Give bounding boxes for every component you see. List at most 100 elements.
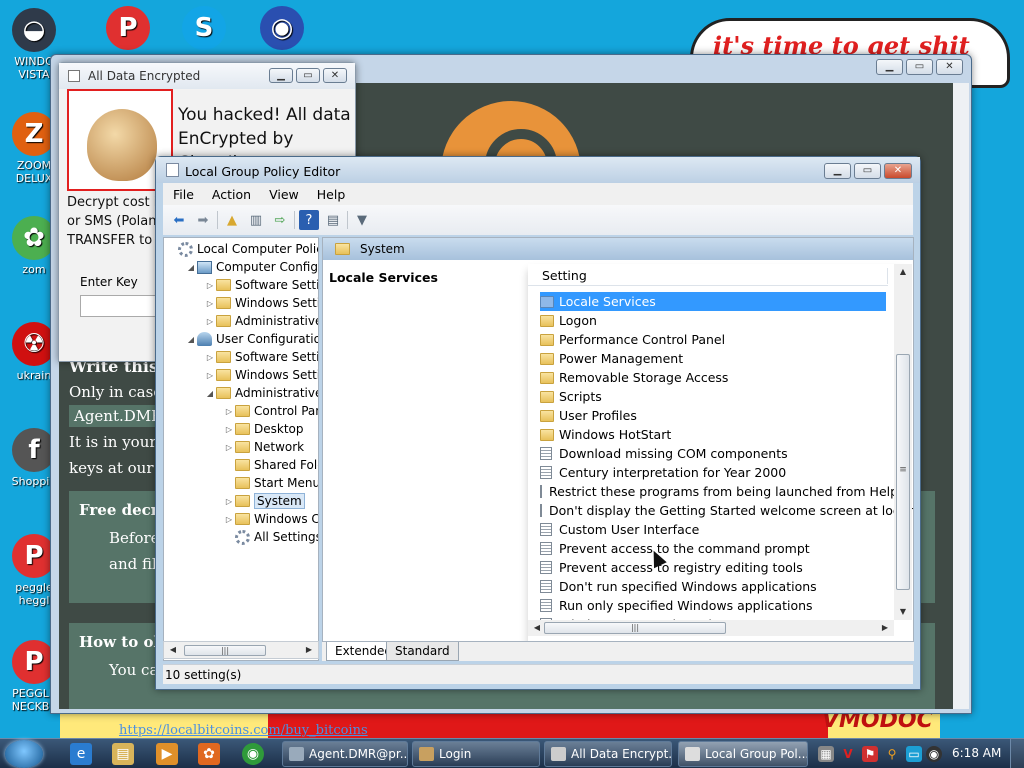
list-horizontal-scrollbar[interactable]: ◀ ||| ▶ <box>528 620 894 636</box>
close-button[interactable]: ✕ <box>323 68 347 83</box>
category-row[interactable]: Windows HotStart <box>540 425 886 444</box>
policy-row[interactable]: Prevent access to registry editing tools <box>540 558 886 577</box>
menu-action[interactable]: Action <box>202 187 259 202</box>
tree-node[interactable]: ▷ Desktop <box>223 420 304 438</box>
app-icon[interactable]: ✿ <box>198 743 220 765</box>
policy-row[interactable]: Prevent access to the command prompt <box>540 539 886 558</box>
page-scrollbar[interactable] <box>953 83 969 709</box>
start-button[interactable] <box>5 740 43 768</box>
policy-row[interactable]: Download missing COM components <box>540 444 886 463</box>
export-list-icon[interactable]: ⇨ <box>270 210 290 230</box>
category-row[interactable]: Logon <box>540 311 886 330</box>
scroll-thumb[interactable]: ≡ <box>896 354 910 590</box>
scroll-right-icon[interactable]: ▶ <box>300 642 318 658</box>
media-player-icon[interactable]: ▶ <box>156 743 178 765</box>
tree-node[interactable]: ▷ Windows Cor <box>223 510 318 528</box>
maximize-button[interactable]: ▭ <box>296 68 320 83</box>
taskbar-button[interactable]: All Data Encrypt... <box>544 741 672 767</box>
category-row[interactable]: User Profiles <box>540 406 886 425</box>
help-icon[interactable]: ? <box>299 210 319 230</box>
group-policy-editor-window[interactable]: Local Group Policy Editor ▁ ▭ ✕ File Action… <box>155 156 921 690</box>
policy-row[interactable]: Don't display the Getting Started welcom… <box>540 501 913 520</box>
peggle-icon[interactable]: P <box>96 6 160 53</box>
tray-network-icon[interactable]: ▭ <box>906 746 922 762</box>
clock[interactable]: 6:18 AM <box>952 746 1001 760</box>
minimize-button[interactable]: ▁ <box>876 59 903 75</box>
properties-icon[interactable]: ▤ <box>323 210 343 230</box>
console-tree[interactable]: Local Computer Policy◢Computer Configura… <box>163 237 319 661</box>
internet-explorer-icon[interactable]: e <box>70 743 92 765</box>
scroll-thumb[interactable]: ||| <box>544 622 726 634</box>
title-bar[interactable]: Local Group Policy Editor ▁ ▭ ✕ <box>156 157 920 183</box>
close-button[interactable]: ✕ <box>884 163 912 179</box>
explorer-icon[interactable]: ▤ <box>112 743 134 765</box>
tree-node[interactable]: ▷ Windows Setting <box>204 366 318 384</box>
tree-horizontal-scrollbar[interactable]: ◀ ||| ▶ <box>163 641 319 659</box>
category-row[interactable]: Performance Control Panel <box>540 330 886 349</box>
tree-node[interactable]: ◢ User Configuration <box>185 330 318 348</box>
expand-arrow-icon[interactable]: ▷ <box>204 317 216 326</box>
taskbar-button[interactable]: Local Group Pol... <box>678 741 808 767</box>
policy-row[interactable]: Restrict these programs from being launc… <box>540 482 898 501</box>
tree-node[interactable]: ▷ Network <box>223 438 304 456</box>
policy-row[interactable]: Custom User Interface <box>540 520 886 539</box>
tree-node[interactable]: ▷ Administrative Te <box>204 312 318 330</box>
maximize-button[interactable]: ▭ <box>906 59 933 75</box>
chrome-icon[interactable]: ◉ <box>242 743 264 765</box>
policy-row[interactable]: Run only specified Windows applications <box>540 596 886 615</box>
category-row[interactable]: Power Management <box>540 349 886 368</box>
category-row[interactable]: Locale Services <box>540 292 886 311</box>
firefox-icon[interactable]: ◉ <box>250 6 314 53</box>
back-icon[interactable]: ⬅ <box>169 210 189 230</box>
tray-v-icon[interactable]: V <box>840 746 856 762</box>
scroll-up-icon[interactable]: ▲ <box>894 264 912 280</box>
forward-icon[interactable]: ➡ <box>193 210 213 230</box>
expand-arrow-icon[interactable]: ◢ <box>185 335 197 344</box>
policy-row[interactable]: Century interpretation for Year 2000 <box>540 463 886 482</box>
tree-node[interactable]: ◢ Computer Configura <box>185 258 318 276</box>
scroll-thumb[interactable]: ||| <box>184 645 266 656</box>
tray-volume-icon[interactable]: ◉ <box>926 746 942 762</box>
tree-node[interactable]: All Settings <box>223 528 318 546</box>
up-folder-icon[interactable]: ▲ <box>222 210 242 230</box>
taskbar-button[interactable]: Login <box>412 741 540 767</box>
show-hide-tree-icon[interactable]: ▥ <box>246 210 266 230</box>
tree-node[interactable]: ▷ Control Panel <box>223 402 318 420</box>
bitcoin-link[interactable]: https://localbitcoins.com/buy_bitcoins <box>119 723 368 738</box>
tree-node[interactable]: Local Computer Policy <box>166 240 318 258</box>
scroll-right-icon[interactable]: ▶ <box>876 620 894 636</box>
tab-standard[interactable]: Standard <box>386 642 459 661</box>
category-row[interactable]: Removable Storage Access <box>540 368 886 387</box>
minimize-button[interactable]: ▁ <box>269 68 293 83</box>
tree-node[interactable]: Shared Folder <box>223 456 318 474</box>
tree-node[interactable]: ▷ Software Settings <box>204 276 318 294</box>
column-header-setting[interactable]: Setting <box>528 266 888 286</box>
expand-arrow-icon[interactable]: ▷ <box>223 443 235 452</box>
expand-arrow-icon[interactable]: ▷ <box>204 281 216 290</box>
expand-arrow-icon[interactable]: ▷ <box>204 299 216 308</box>
tree-node[interactable]: Start Menu ar <box>223 474 318 492</box>
tray-search-icon[interactable]: ⚲ <box>884 746 900 762</box>
filter-icon[interactable]: ▼ <box>352 210 372 230</box>
minimize-button[interactable]: ▁ <box>824 163 851 179</box>
tray-app-icon[interactable]: ▦ <box>818 746 834 762</box>
category-row[interactable]: Scripts <box>540 387 886 406</box>
expand-arrow-icon[interactable]: ▷ <box>223 497 235 506</box>
list-vertical-scrollbar[interactable]: ▲ ≡ ▼ <box>894 264 912 620</box>
close-button[interactable]: ✕ <box>936 59 963 75</box>
tray-flag-icon[interactable]: ⚑ <box>862 746 878 762</box>
expand-arrow-icon[interactable]: ◢ <box>185 263 197 272</box>
menu-view[interactable]: View <box>259 187 307 202</box>
scroll-down-icon[interactable]: ▼ <box>894 604 912 620</box>
tree-node[interactable]: ▷ Software Settings <box>204 348 318 366</box>
taskbar-button[interactable]: Agent.DMR@pr... <box>282 741 408 767</box>
policy-row[interactable]: Don't run specified Windows applications <box>540 577 886 596</box>
expand-arrow-icon[interactable]: ▷ <box>223 425 235 434</box>
expand-arrow-icon[interactable]: ▷ <box>223 515 235 524</box>
expand-arrow-icon[interactable]: ▷ <box>204 353 216 362</box>
skype-icon[interactable]: S <box>172 6 236 53</box>
scroll-left-icon[interactable]: ◀ <box>164 642 182 658</box>
tree-node[interactable]: ▷ Windows Setting <box>204 294 318 312</box>
menu-file[interactable]: File <box>163 187 202 202</box>
tree-node[interactable]: ◢ Administrative Te <box>204 384 318 402</box>
